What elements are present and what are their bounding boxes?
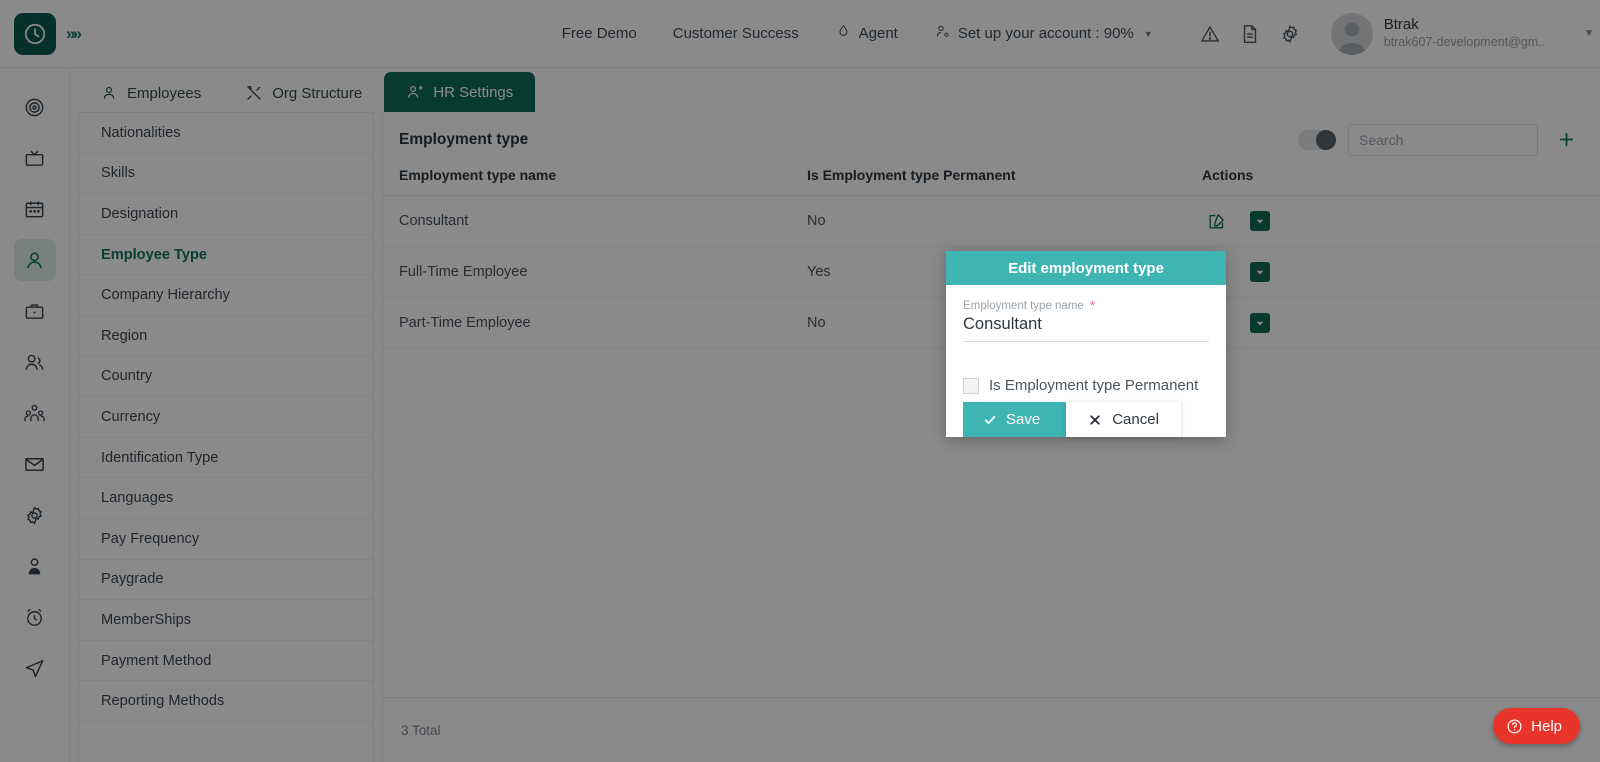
employment-type-name-field[interactable]: Consultant — [963, 312, 1209, 342]
modal-backdrop[interactable] — [0, 0, 1600, 762]
is-permanent-checkbox-row[interactable]: Is Employment type Permanent — [963, 342, 1209, 394]
is-permanent-checkbox[interactable] — [963, 377, 979, 394]
close-icon — [1088, 413, 1102, 427]
help-button[interactable]: Help — [1493, 708, 1580, 744]
dialog-title: Edit employment type — [946, 251, 1226, 285]
app-root: »» Free Demo Customer Success Agent Set … — [0, 0, 1600, 762]
cancel-button[interactable]: Cancel — [1066, 402, 1181, 437]
edit-employment-type-dialog: Edit employment type Employment type nam… — [946, 251, 1226, 437]
dialog-actions: Save Cancel — [963, 394, 1209, 437]
help-label: Help — [1531, 717, 1562, 735]
cancel-label: Cancel — [1112, 411, 1159, 428]
employment-type-name-label: Employment type name — [963, 299, 1084, 312]
save-label: Save — [1006, 411, 1041, 428]
check-icon — [983, 413, 997, 427]
save-button[interactable]: Save — [963, 402, 1067, 437]
question-circle-icon — [1506, 718, 1523, 735]
required-marker: * — [1089, 298, 1095, 313]
is-permanent-label: Is Employment type Permanent — [989, 377, 1199, 394]
dialog-body: Employment type name * Consultant Is Emp… — [946, 285, 1226, 437]
field-label-row: Employment type name * — [963, 299, 1209, 312]
